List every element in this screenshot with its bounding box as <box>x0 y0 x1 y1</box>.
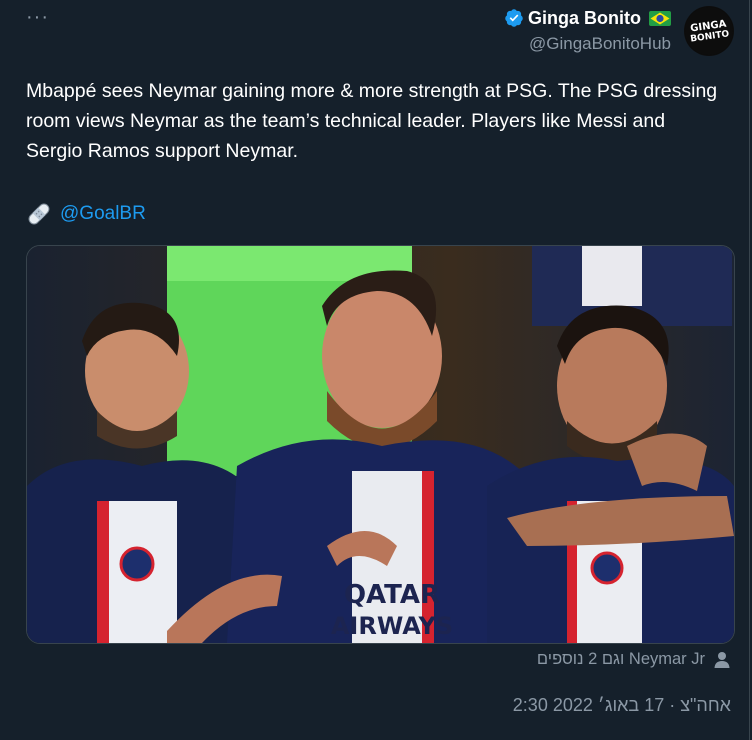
source-line: @GoalBR <box>26 201 146 227</box>
author-handle[interactable]: @GingaBonitoHub <box>504 34 671 54</box>
brazil-flag-icon <box>649 10 671 26</box>
players-photo: QATAR AIRWAYS <box>27 246 734 643</box>
more-options-button[interactable]: ··· <box>26 6 49 29</box>
ginga-bonito-logo: GINGA BONITO <box>685 7 733 55</box>
verified-badge-icon <box>505 9 523 27</box>
author-name-row[interactable]: Ginga Bonito <box>504 6 671 30</box>
author-name[interactable]: Ginga Bonito <box>528 8 641 29</box>
tagged-people-link[interactable]: וגם 2 נוספים Neymar Jr <box>537 650 731 669</box>
source-mention-link[interactable]: @GoalBR <box>60 203 146 225</box>
tweet-timestamp[interactable]: אחה"צ · 17 באוג׳ 2022 2:30 <box>513 695 731 716</box>
tweet-photo[interactable]: QATAR AIRWAYS <box>26 245 735 644</box>
tweet-card: ··· Ginga Bonito @GingaBonitoHub GINGA B… <box>0 0 750 740</box>
person-icon <box>714 651 730 668</box>
jersey-sponsor-line1: QATAR <box>344 580 440 610</box>
tweet-text: Mbappé sees Neymar gaining more & more s… <box>26 80 718 162</box>
jersey-sponsor-line2: AIRWAYS <box>331 612 453 640</box>
avatar[interactable]: GINGA BONITO <box>684 6 734 56</box>
more-icon: ··· <box>26 6 49 28</box>
tagged-people-text[interactable]: וגם 2 נוספים Neymar Jr <box>537 650 705 669</box>
author-block[interactable]: Ginga Bonito @GingaBonitoHub <box>504 6 671 54</box>
bandage-icon <box>28 203 50 225</box>
